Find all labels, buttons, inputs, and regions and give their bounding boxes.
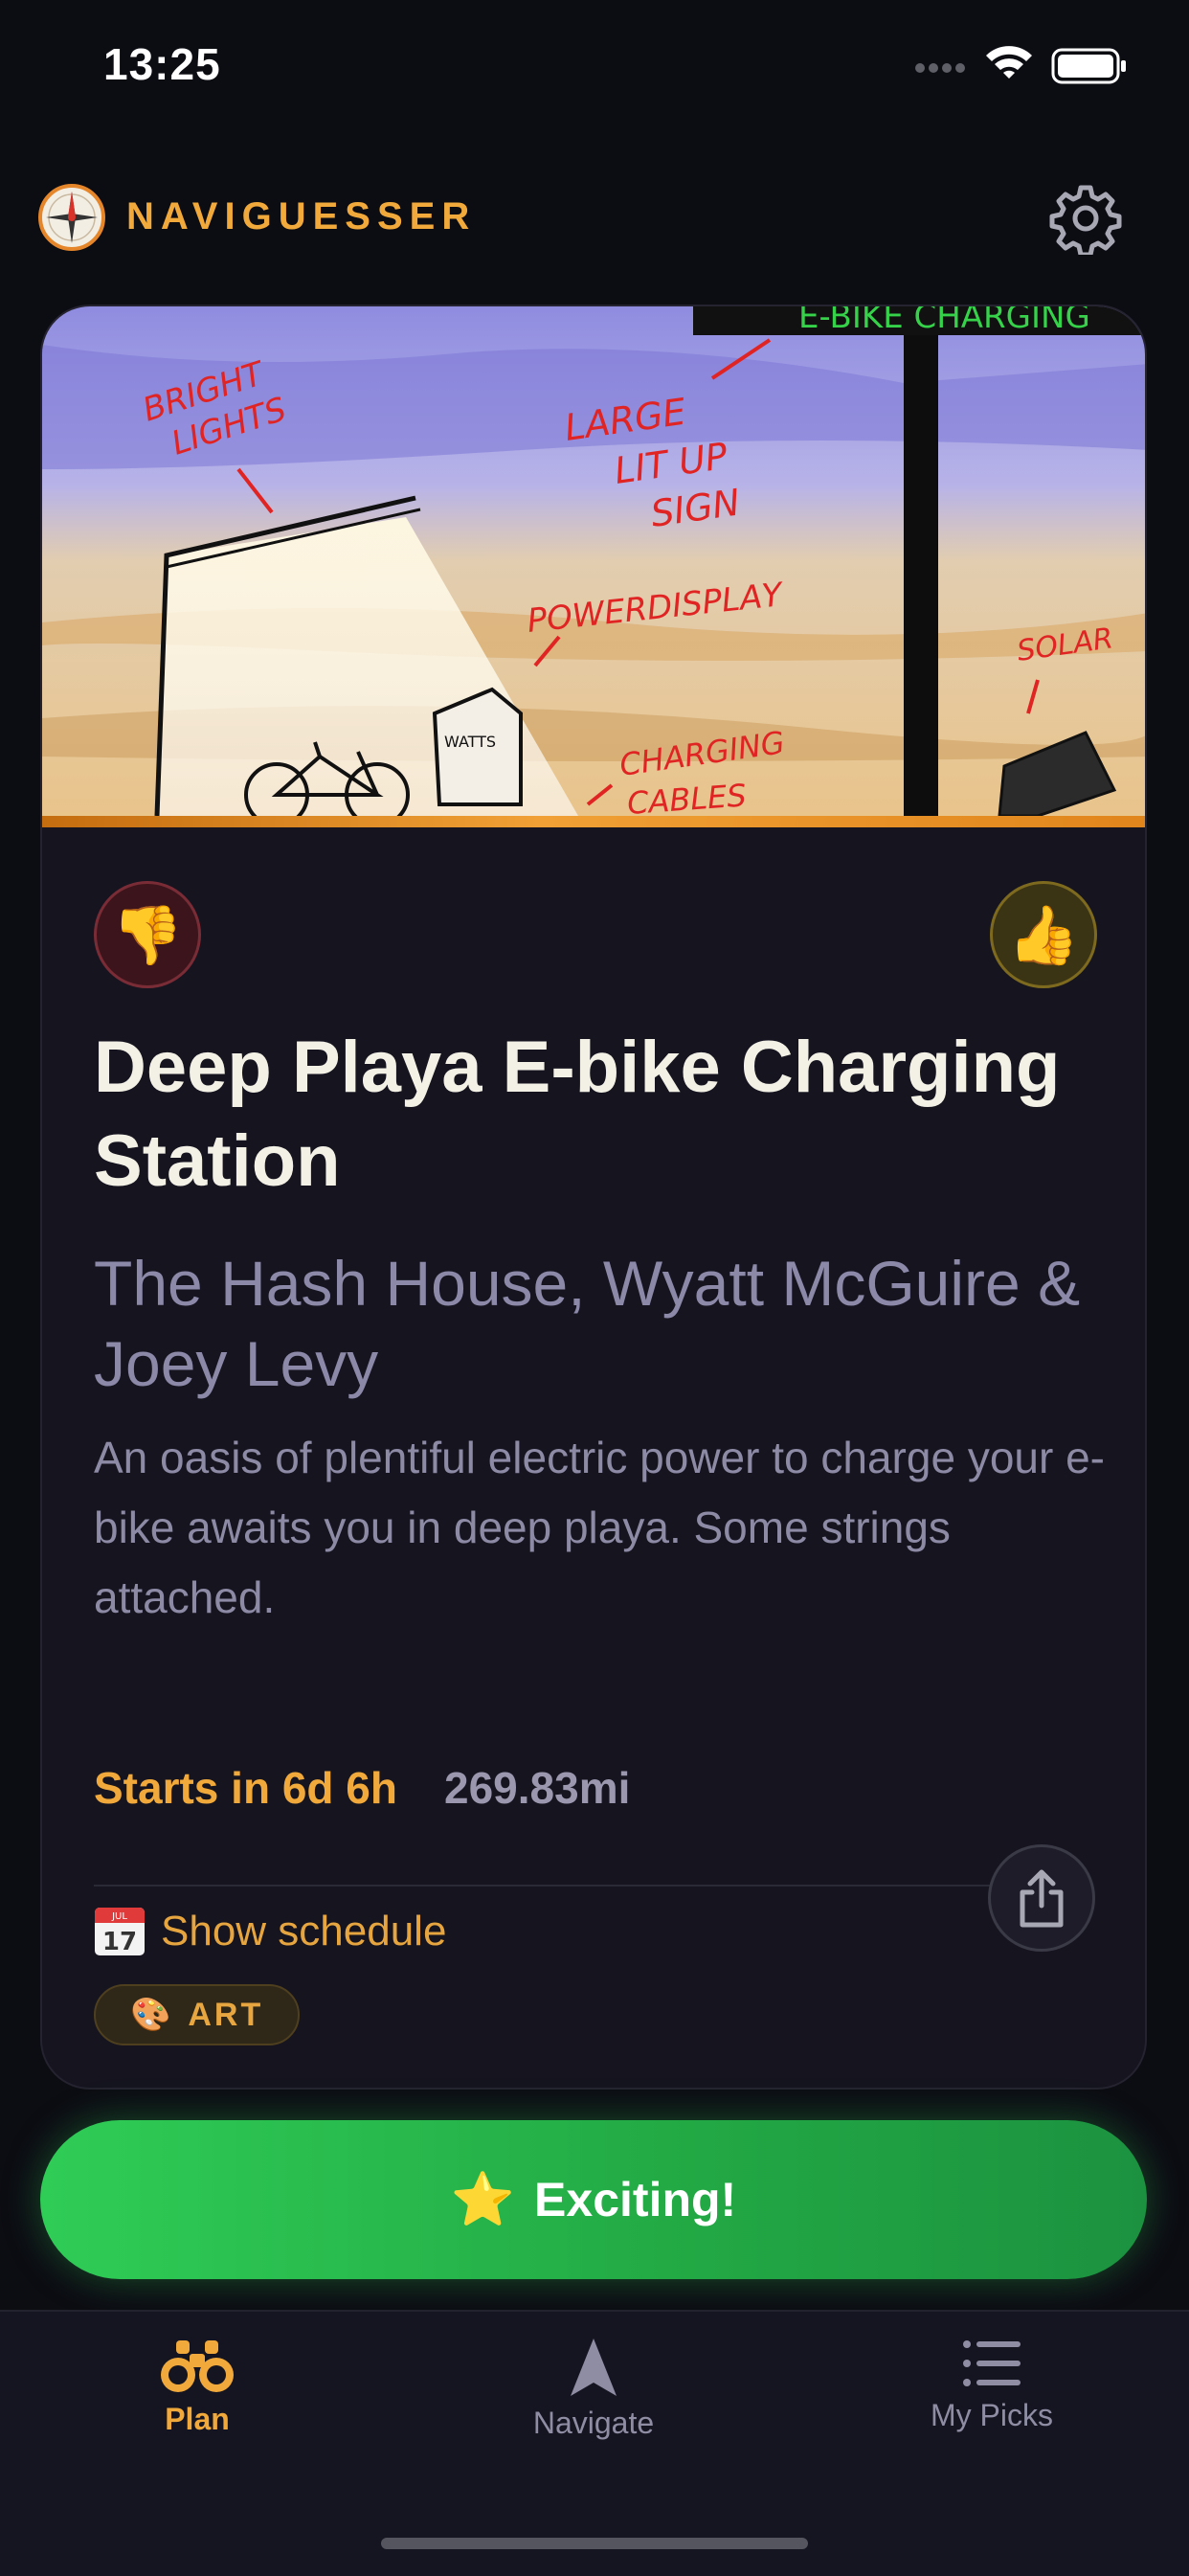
event-hosts: The Hash House, Wyatt McGuire & Joey Lev… bbox=[94, 1248, 1081, 1399]
tab-my-picks[interactable]: My Picks bbox=[848, 2337, 1135, 2433]
exciting-button[interactable]: ⭐ Exciting! bbox=[40, 2120, 1147, 2279]
tab-my-picks-label: My Picks bbox=[931, 2398, 1053, 2432]
event-artwork-image: E-BIKE CHARGING WATTS BRIGHT LIGHTS LARG… bbox=[42, 306, 1145, 816]
exciting-button-label: Exciting! bbox=[534, 2173, 737, 2226]
tab-navigate-label: Navigate bbox=[532, 2406, 655, 2440]
show-schedule-link[interactable]: Show schedule bbox=[161, 1908, 446, 1955]
artwork-banner-text: E-BIKE CHARGING bbox=[798, 306, 1090, 336]
artwork-watts-text: WATTS bbox=[444, 733, 496, 751]
thumbs-down-icon: 👎 bbox=[111, 902, 184, 967]
event-card: E-BIKE CHARGING WATTS BRIGHT LIGHTS LARG… bbox=[40, 305, 1147, 2090]
list-icon bbox=[963, 2340, 1021, 2386]
tab-plan-label: Plan bbox=[165, 2402, 230, 2436]
calendar-month-text: JUL bbox=[111, 1911, 127, 1922]
battery-icon bbox=[1051, 48, 1126, 84]
palette-icon: 🎨 bbox=[130, 1997, 171, 2033]
app-logo-icon bbox=[38, 184, 105, 251]
star-icon: ⭐ bbox=[450, 2170, 516, 2228]
category-tag[interactable]: 🎨 ART bbox=[94, 1984, 301, 2045]
app-name: NAVIGUESSER bbox=[126, 195, 477, 237]
artwork-accent-bar bbox=[42, 816, 1145, 827]
dislike-button[interactable]: 👎 bbox=[94, 881, 201, 988]
cellular-signal-icon bbox=[915, 63, 965, 73]
status-time: 13:25 bbox=[103, 39, 221, 89]
calendar-day-text: 17 bbox=[102, 1928, 137, 1956]
divider bbox=[94, 1885, 1011, 1887]
category-tag-label: ART bbox=[188, 1996, 264, 2033]
calendar-icon: JUL 17 bbox=[95, 1908, 145, 1956]
event-distance: 269.83mi bbox=[444, 1763, 631, 1813]
event-description: An oasis of plentiful electric power to … bbox=[94, 1433, 1105, 1622]
event-start-time: Starts in 6d 6h bbox=[94, 1763, 397, 1813]
tab-plan[interactable]: Plan bbox=[54, 2337, 341, 2437]
like-button[interactable]: 👍 bbox=[990, 881, 1097, 988]
binoculars-icon bbox=[161, 2340, 234, 2392]
share-button[interactable] bbox=[988, 1844, 1095, 1952]
navigation-arrow-icon bbox=[571, 2339, 617, 2396]
thumbs-up-icon: 👍 bbox=[1007, 902, 1080, 967]
tab-navigate[interactable]: Navigate bbox=[450, 2337, 737, 2441]
gear-icon[interactable] bbox=[1049, 182, 1122, 255]
share-icon bbox=[1020, 1869, 1064, 1928]
event-title: Deep Playa E-bike Charging Station bbox=[94, 1027, 1061, 1202]
wifi-icon bbox=[986, 46, 1032, 79]
home-indicator bbox=[381, 2538, 808, 2549]
